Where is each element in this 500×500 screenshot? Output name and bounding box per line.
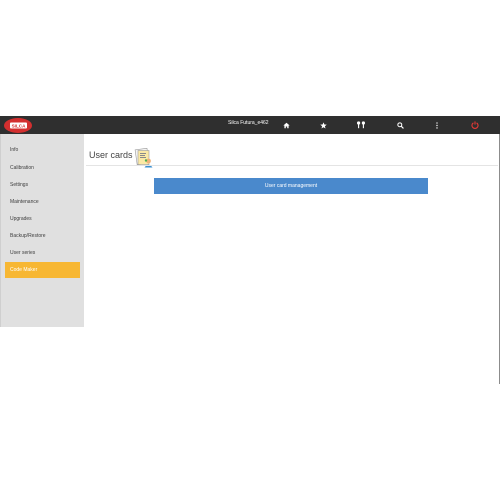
sidebar-item-label: Info	[10, 147, 19, 153]
more-vertical-icon[interactable]	[432, 120, 442, 130]
sidebar-item-upgrades[interactable]: Upgrades	[5, 211, 80, 227]
sidebar-item-label: Maintenance	[10, 199, 39, 205]
sidebar-item-calibration[interactable]: Calibration	[5, 160, 80, 176]
sidebar-item-label: Code Maker	[10, 267, 38, 273]
sidebar-item-label: Backup/Restore	[10, 233, 46, 239]
sidebar-item-label: Settings	[10, 182, 29, 188]
star-icon[interactable]	[318, 120, 328, 130]
silca-logo[interactable]: SILCA	[3, 117, 33, 134]
sidebar: Info Calibration Settings Maintenance Up…	[0, 134, 84, 327]
svg-text:SILCA: SILCA	[12, 123, 26, 128]
sidebar-item-label: User series	[10, 250, 36, 256]
sidebar-item-label: Upgrades	[10, 216, 32, 222]
title-divider	[86, 165, 498, 166]
device-name: Silca Futura_e462	[228, 120, 269, 126]
user-card-management-button[interactable]: User card management	[154, 178, 428, 194]
keys-icon[interactable]	[356, 120, 366, 130]
top-bar: SILCA Silca Futura_e462	[0, 116, 500, 134]
sidebar-item-code-maker[interactable]: Code Maker	[5, 262, 80, 278]
sidebar-item-label: Calibration	[10, 165, 34, 171]
home-icon[interactable]	[281, 120, 291, 130]
page-title: User cards	[89, 150, 133, 160]
sidebar-item-settings[interactable]: Settings	[5, 177, 80, 193]
power-icon[interactable]	[470, 120, 480, 130]
sidebar-item-user-series[interactable]: User series	[5, 245, 80, 261]
app-window: SILCA Silca Futura_e462 Info Calibration…	[0, 116, 500, 384]
search-icon[interactable]	[395, 120, 405, 130]
sidebar-item-backup-restore[interactable]: Backup/Restore	[5, 228, 80, 244]
sidebar-item-info[interactable]: Info	[5, 142, 80, 158]
sidebar-item-maintenance[interactable]: Maintenance	[5, 194, 80, 210]
